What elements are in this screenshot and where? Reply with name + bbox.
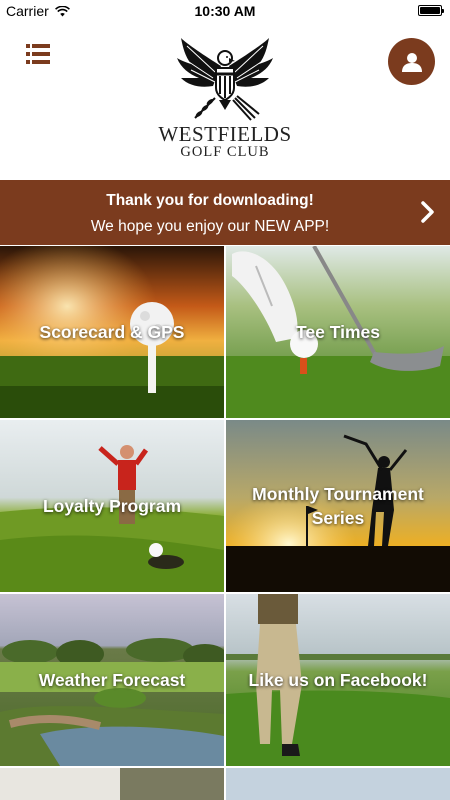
tile-monthly-tournament-series[interactable]: Monthly Tournament Series [226,420,450,592]
status-bar: Carrier 10:30 AM [0,0,450,22]
user-icon [401,52,422,72]
menu-button[interactable] [26,44,50,66]
banner-subtitle: We hope you enjoy our NEW APP! [90,218,330,235]
welcome-banner[interactable]: Thank you for downloading! We hope you e… [0,180,450,245]
club-logo: WESTFIELDS GOLF CLUB [150,36,300,164]
tile-facebook[interactable]: Like us on Facebook! [226,594,450,766]
tile-label: Weather Forecast [38,670,186,690]
eagle-crest-icon [177,38,273,121]
tile-label: Scorecard & GPS [39,322,185,342]
logo-name: WESTFIELDS [158,122,292,146]
tile-image-partial [0,768,224,800]
banner-title: Thank you for downloading! [106,192,314,209]
logo-subtitle: GOLF CLUB [180,144,270,160]
battery-icon [418,5,444,16]
app-header: WESTFIELDS GOLF CLUB [0,22,450,180]
tile-image-partial [226,768,450,800]
status-time: 10:30 AM [194,3,256,19]
tile-partial-left[interactable] [0,768,224,800]
tile-loyalty-program[interactable]: Loyalty Program [0,420,224,592]
tile-scorecard-gps[interactable]: Scorecard & GPS [0,246,224,418]
tile-weather-forecast[interactable]: Weather Forecast [0,594,224,766]
feature-grid: Scorecard & GPS Tee Times Loyalty Progra… [0,246,450,800]
tile-partial-right[interactable] [226,768,450,800]
tile-label: Loyalty Program [42,496,182,516]
tile-label: Like us on Facebook! [248,670,428,690]
chevron-right-icon [421,201,434,223]
tile-label: Monthly Tournament Series [252,484,424,528]
tile-tee-times[interactable]: Tee Times [226,246,450,418]
tile-label: Tee Times [296,322,380,342]
profile-button[interactable] [388,38,435,85]
